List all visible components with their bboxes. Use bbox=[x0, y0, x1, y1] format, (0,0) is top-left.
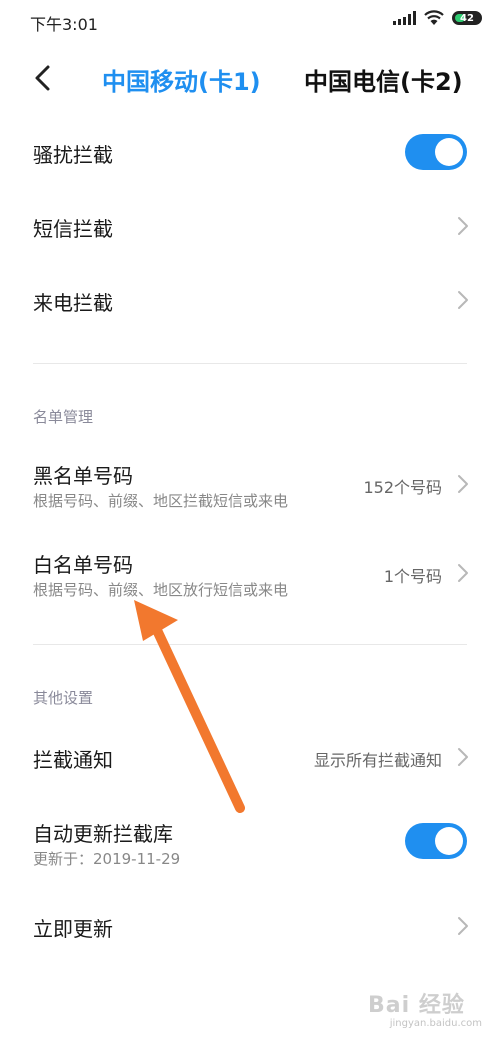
whitelist-subtitle: 根据号码、前缀、地区放行短信或来电 bbox=[33, 581, 289, 599]
section-header-list-management: 名单管理 bbox=[33, 408, 94, 426]
update-now-row[interactable]: 立即更新 bbox=[0, 896, 500, 956]
blacklist-row[interactable]: 黑名单号码 根据号码、前缀、地区拦截短信或来电 152个号码 bbox=[0, 452, 500, 522]
call-block-title: 来电拦截 bbox=[33, 291, 113, 315]
blacklist-subtitle: 根据号码、前缀、地区拦截短信或来电 bbox=[33, 492, 289, 510]
status-bar: 下午3:01 42 bbox=[0, 0, 500, 40]
watermark-logo: Bai 经验 bbox=[368, 993, 465, 1018]
auto-update-title: 自动更新拦截库 bbox=[33, 822, 173, 846]
divider bbox=[33, 363, 467, 364]
block-notify-row[interactable]: 拦截通知 显示所有拦截通知 bbox=[0, 727, 500, 787]
auto-update-subtitle: 更新于：2019-11-29 bbox=[33, 850, 181, 868]
harass-block-row[interactable]: 骚扰拦截 bbox=[0, 122, 500, 182]
back-button[interactable] bbox=[26, 60, 58, 96]
chevron-right-icon bbox=[458, 291, 468, 309]
auto-update-toggle[interactable] bbox=[405, 823, 467, 859]
sms-block-row[interactable]: 短信拦截 bbox=[0, 196, 500, 256]
watermark: Bai 经验 jingyan.baidu.com bbox=[368, 987, 486, 1029]
sms-block-title: 短信拦截 bbox=[33, 217, 113, 241]
chevron-right-icon bbox=[458, 217, 468, 235]
harass-block-toggle[interactable] bbox=[405, 134, 467, 170]
tab-sim-2[interactable]: 中国电信(卡2) bbox=[304, 62, 463, 97]
block-notify-title: 拦截通知 bbox=[33, 748, 113, 772]
harass-block-title: 骚扰拦截 bbox=[33, 143, 113, 167]
tab-sim-1[interactable]: 中国移动(卡1) bbox=[102, 62, 261, 97]
signal-icon bbox=[393, 11, 416, 25]
divider bbox=[33, 644, 467, 645]
whitelist-row[interactable]: 白名单号码 根据号码、前缀、地区放行短信或来电 1个号码 bbox=[0, 541, 500, 611]
toggle-knob bbox=[435, 827, 463, 855]
chevron-right-icon bbox=[458, 564, 468, 582]
blacklist-count: 152个号码 bbox=[363, 478, 442, 497]
whitelist-title: 白名单号码 bbox=[33, 553, 133, 577]
status-icons: 42 bbox=[393, 10, 482, 26]
whitelist-count: 1个号码 bbox=[383, 567, 442, 586]
chevron-right-icon bbox=[458, 917, 468, 935]
status-time: 下午3:01 bbox=[30, 15, 98, 34]
battery-icon: 42 bbox=[452, 11, 482, 25]
section-header-other-settings: 其他设置 bbox=[33, 689, 94, 707]
chevron-right-icon bbox=[458, 475, 468, 493]
battery-level: 42 bbox=[460, 12, 474, 24]
toggle-knob bbox=[435, 138, 463, 166]
auto-update-row[interactable]: 自动更新拦截库 更新于：2019-11-29 bbox=[0, 810, 500, 880]
chevron-right-icon bbox=[458, 748, 468, 766]
watermark-url: jingyan.baidu.com bbox=[389, 1018, 482, 1029]
block-notify-value: 显示所有拦截通知 bbox=[313, 751, 442, 770]
blacklist-title: 黑名单号码 bbox=[33, 464, 133, 488]
call-block-row[interactable]: 来电拦截 bbox=[0, 270, 500, 330]
wifi-icon bbox=[424, 10, 444, 25]
chevron-left-icon bbox=[35, 65, 50, 91]
top-bar: 中国移动(卡1) 中国电信(卡2) bbox=[0, 50, 500, 106]
update-now-title: 立即更新 bbox=[33, 917, 113, 941]
